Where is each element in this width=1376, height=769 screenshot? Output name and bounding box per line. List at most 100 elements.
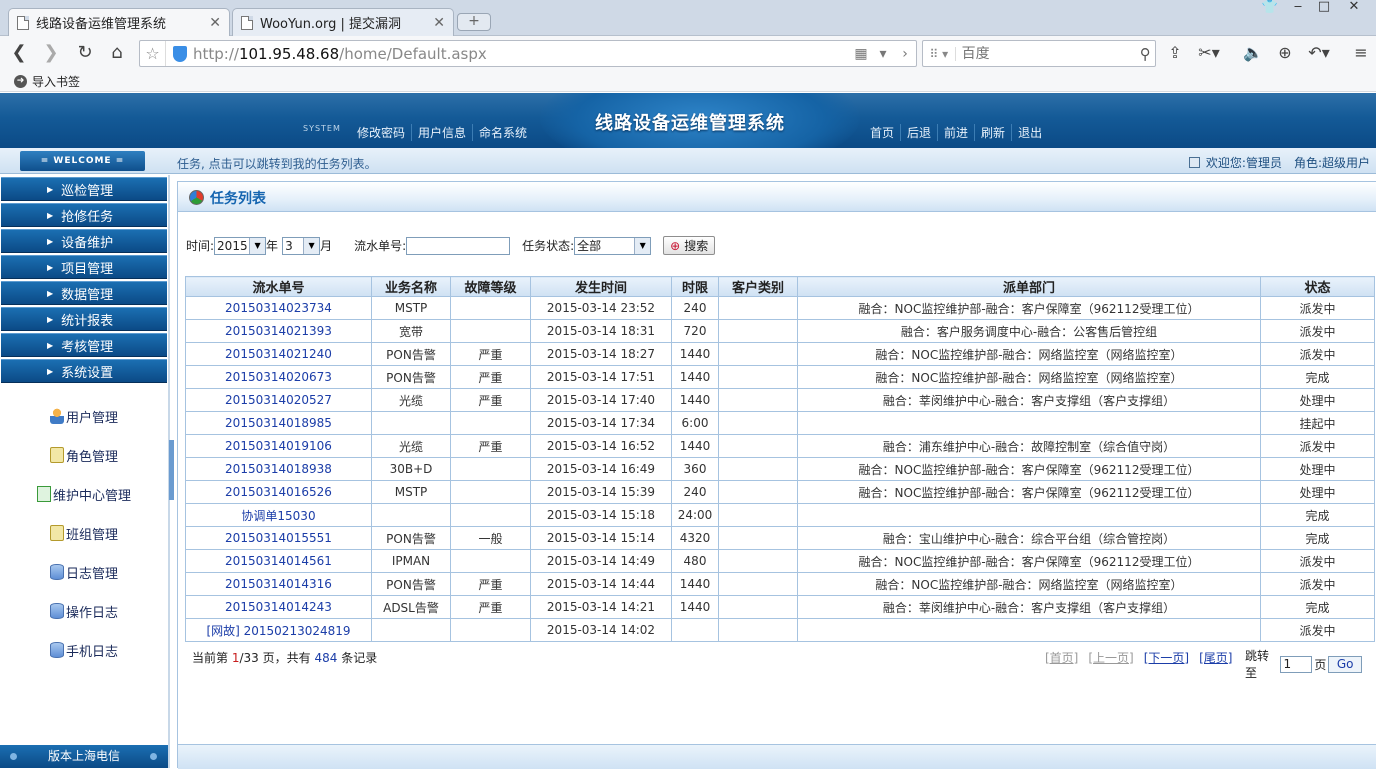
col-header-fault-level[interactable]: 故障等级: [450, 276, 531, 297]
table-row[interactable]: 20150314019106 光缆 严重 2015-03-14 16:52 1440 融合…: [185, 434, 1375, 458]
serial-cell[interactable]: 20150314023734: [185, 296, 372, 320]
menu-icon[interactable]: ≡: [1348, 41, 1374, 65]
search-button[interactable]: ⊕ 搜索: [663, 236, 716, 255]
reload-icon[interactable]: ↻: [72, 41, 98, 65]
serial-cell[interactable]: 20150314015551: [185, 526, 372, 550]
serial-cell[interactable]: 20150314014243: [185, 595, 372, 619]
serial-cell[interactable]: 20150314018938: [185, 457, 372, 481]
download-icon[interactable]: ⊕: [1272, 41, 1298, 65]
table-row[interactable]: 20150314021393 宽带 2015-03-14 18:31 720 融合：客户…: [185, 319, 1375, 343]
serial-cell[interactable]: 20150314021393: [185, 319, 372, 343]
table-row[interactable]: [网故] 20150213024819 2015-03-14 14:02 派发中: [185, 618, 1375, 642]
bookmark-star-icon[interactable]: ☆: [140, 41, 166, 66]
browser-tab-wooyun[interactable]: WooYun.org | 提交漏洞 ✕: [232, 8, 454, 36]
back-link[interactable]: 后退: [900, 124, 937, 141]
serial-cell[interactable]: 20150314020673: [185, 365, 372, 389]
close-tab-icon[interactable]: ✕: [209, 15, 221, 31]
table-row[interactable]: 20150314023734 MSTP 2015-03-14 23:52 240 融合：…: [185, 296, 1375, 320]
serial-cell[interactable]: 协调单15030: [185, 503, 372, 527]
search-engine-icon[interactable]: ⠿ ▾: [923, 46, 956, 61]
user-info-link[interactable]: 用户信息: [411, 124, 472, 141]
serial-input[interactable]: [406, 236, 511, 255]
sidebar-menu-settings[interactable]: ▶ 系统设置: [1, 359, 167, 383]
serial-cell[interactable]: [网故] 20150213024819: [185, 618, 372, 642]
table-row[interactable]: 20150314021240 PON告警 严重 2015-03-14 18:27 144…: [185, 342, 1375, 366]
sidebar-item-team-management[interactable]: 班组管理: [0, 521, 168, 545]
jump-page-input[interactable]: 1: [1280, 655, 1313, 673]
naming-system-link[interactable]: 命名系统: [472, 124, 533, 141]
dropdown-arrow-icon[interactable]: ▾: [872, 46, 894, 62]
prev-page-link[interactable]: [上一页]: [1088, 649, 1133, 666]
last-page-link[interactable]: [尾页]: [1199, 649, 1232, 666]
sidebar-menu-repair[interactable]: ▶ 抢修任务: [1, 203, 167, 227]
serial-cell[interactable]: 20150314018985: [185, 411, 372, 435]
share-icon[interactable]: ⇪: [1162, 41, 1188, 65]
minimize-icon[interactable]: ‒: [1284, 0, 1312, 14]
logout-link[interactable]: 退出: [1011, 124, 1048, 141]
sidebar-menu-data[interactable]: ▶ 数据管理: [1, 281, 167, 305]
go-button[interactable]: Go: [1328, 655, 1362, 673]
sidebar-menu-reports[interactable]: ▶ 统计报表: [1, 307, 167, 331]
col-header-customer-type[interactable]: 客户类别: [718, 276, 798, 297]
col-header-time[interactable]: 发生时间: [530, 276, 672, 297]
sidebar-menu-maintenance[interactable]: ▶ 设备维护: [1, 229, 167, 253]
import-bookmarks-button[interactable]: ➜ 导入书签: [14, 73, 80, 90]
volume-icon[interactable]: 🔈: [1240, 41, 1266, 65]
table-row[interactable]: 20150314014316 PON告警 严重 2015-03-14 14:44 144…: [185, 572, 1375, 596]
sidebar-item-role-management[interactable]: 角色管理: [0, 443, 168, 467]
sidebar-item-mobile-log[interactable]: 手机日志: [0, 638, 168, 662]
url-text[interactable]: http://101.95.48.68/home/Default.aspx: [193, 45, 850, 63]
serial-cell[interactable]: 20150314014316: [185, 572, 372, 596]
sidebar-item-log-management[interactable]: 日志管理: [0, 560, 168, 584]
qr-code-icon[interactable]: ▦: [850, 46, 872, 62]
month-select[interactable]: 3 ▼: [282, 236, 321, 255]
table-row[interactable]: 20150314020527 光缆 严重 2015-03-14 17:40 1440 融合…: [185, 388, 1375, 412]
table-row[interactable]: 20150314020673 PON告警 严重 2015-03-14 17:51 144…: [185, 365, 1375, 389]
sidebar-menu-assessment[interactable]: ▶ 考核管理: [1, 333, 167, 357]
col-header-status[interactable]: 状态: [1260, 276, 1375, 297]
serial-cell[interactable]: 20150314020527: [185, 388, 372, 412]
status-select[interactable]: 全部 ▼: [574, 236, 652, 255]
change-password-link[interactable]: 修改密码: [351, 124, 411, 141]
next-page-link[interactable]: [下一页]: [1144, 649, 1189, 666]
address-bar[interactable]: ☆ http://101.95.48.68/home/Default.aspx …: [139, 40, 917, 67]
scissors-icon[interactable]: ✂▾: [1196, 41, 1222, 65]
table-row[interactable]: 20150314018985 2015-03-14 17:34 6:00 挂起中: [185, 411, 1375, 435]
serial-cell[interactable]: 20150314014561: [185, 549, 372, 573]
table-row[interactable]: 20150314018938 30B+D 2015-03-14 16:49 360 融合…: [185, 457, 1375, 481]
search-icon[interactable]: ⚲: [1136, 45, 1155, 63]
col-header-serial[interactable]: 流水单号: [185, 276, 372, 297]
serial-cell[interactable]: 20150314019106: [185, 434, 372, 458]
table-row[interactable]: 协调单15030 2015-03-14 15:18 24:00 完成: [185, 503, 1375, 527]
forward-icon[interactable]: ❯: [38, 41, 64, 65]
sidebar-item-center-management[interactable]: 维护中心管理: [0, 482, 168, 506]
new-tab-button[interactable]: +: [457, 13, 491, 31]
sidebar-splitter[interactable]: [169, 440, 174, 500]
table-row[interactable]: 20150314014561 IPMAN 2015-03-14 14:49 480 融合…: [185, 549, 1375, 573]
serial-cell[interactable]: 20150314021240: [185, 342, 372, 366]
shirt-icon[interactable]: 👕: [1256, 1, 1284, 15]
close-window-icon[interactable]: ✕: [1340, 0, 1368, 14]
col-header-business[interactable]: 业务名称: [371, 276, 451, 297]
serial-cell[interactable]: 20150314016526: [185, 480, 372, 504]
first-page-link[interactable]: [首页]: [1045, 649, 1078, 666]
maximize-icon[interactable]: □: [1310, 0, 1338, 14]
forward-link[interactable]: 前进: [937, 124, 974, 141]
search-box[interactable]: ⠿ ▾ ⚲: [922, 40, 1156, 67]
col-header-department[interactable]: 派单部门: [797, 276, 1261, 297]
browser-tab-active[interactable]: 线路设备运维管理系统 ✕: [8, 8, 230, 36]
home-link[interactable]: 首页: [864, 124, 900, 141]
table-row[interactable]: 20150314016526 MSTP 2015-03-14 15:39 240 融合：…: [185, 480, 1375, 504]
year-select[interactable]: 2015 ▼: [214, 236, 267, 255]
table-row[interactable]: 20150314014243 ADSL告警 严重 2015-03-14 14:21 14…: [185, 595, 1375, 619]
sidebar-menu-inspection[interactable]: ▶ 巡检管理: [1, 177, 167, 201]
col-header-limit[interactable]: 时限: [671, 276, 719, 297]
sidebar-menu-project[interactable]: ▶ 项目管理: [1, 255, 167, 279]
sidebar-item-user-management[interactable]: 用户管理: [0, 404, 168, 428]
close-tab-icon[interactable]: ✕: [433, 15, 445, 31]
home-icon[interactable]: ⌂: [104, 41, 130, 65]
back-icon[interactable]: ❮: [6, 41, 32, 65]
go-arrow-icon[interactable]: ›: [894, 46, 916, 62]
undo-icon[interactable]: ↶▾: [1306, 41, 1332, 65]
sidebar-item-operation-log[interactable]: 操作日志: [0, 599, 168, 623]
